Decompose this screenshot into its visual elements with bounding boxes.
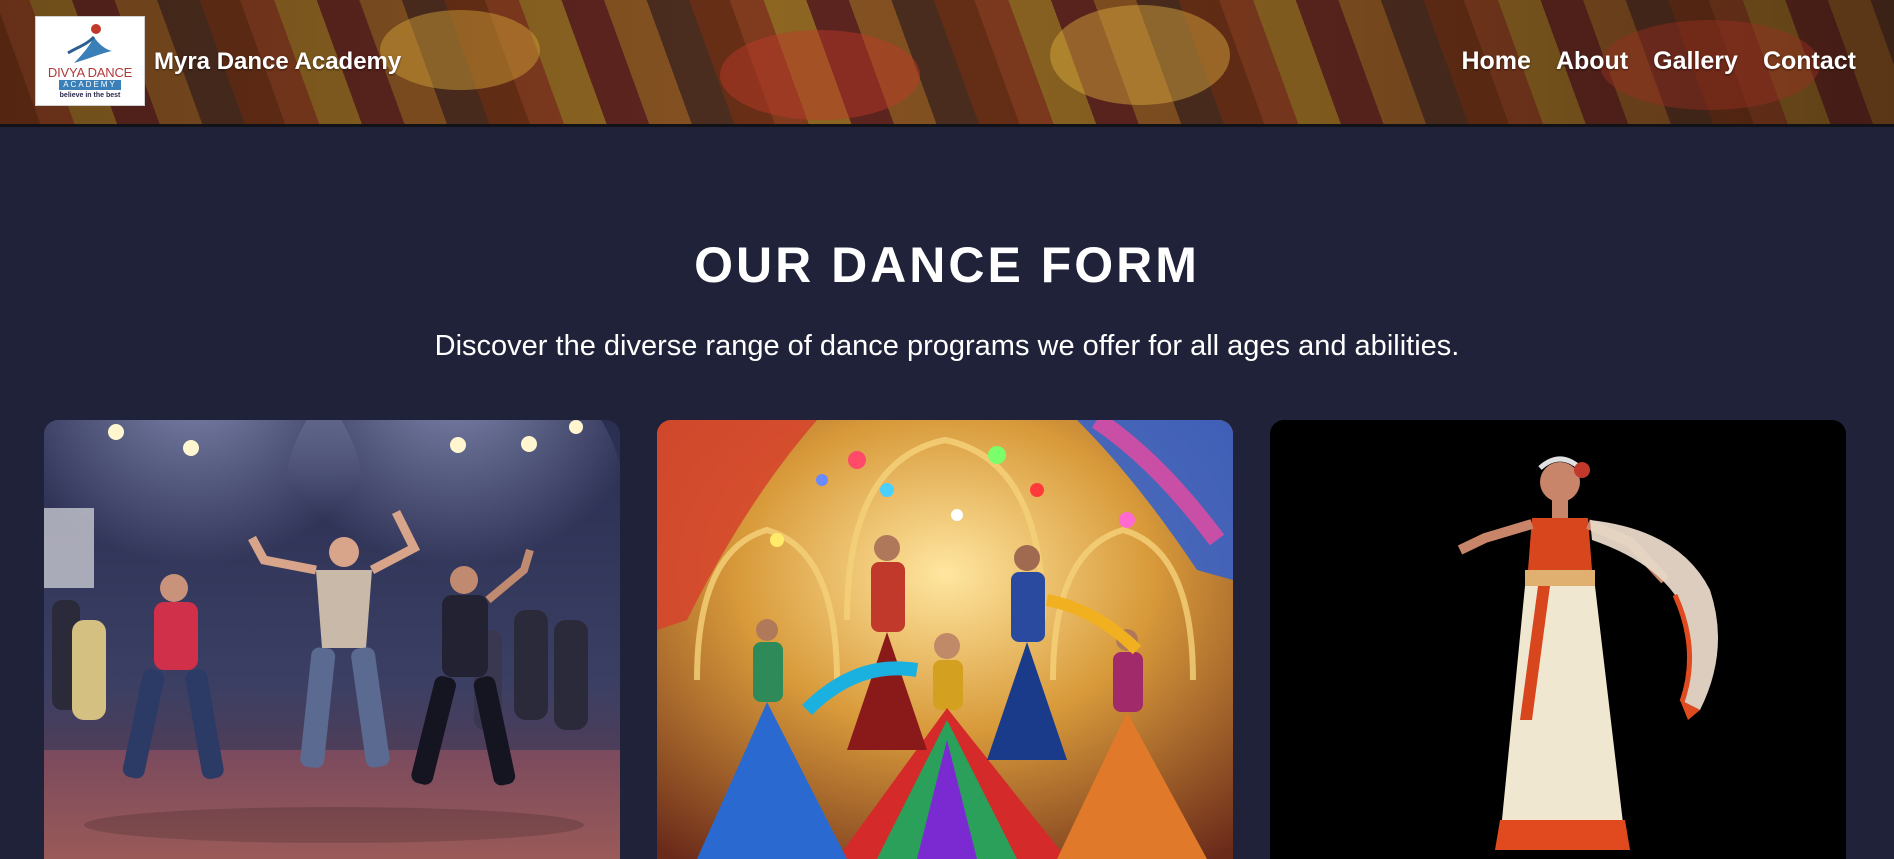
brand-name[interactable]: Myra Dance Academy <box>154 48 401 76</box>
site-logo[interactable]: DIVYA DANCE ACADEMY believe in the best <box>35 16 145 106</box>
nav-link-contact[interactable]: Contact <box>1763 47 1856 76</box>
hip-hop-dance-group-image <box>44 420 620 859</box>
classical-dancer-image <box>1270 420 1846 859</box>
dancer-logo-icon <box>67 24 112 63</box>
logo-text-line2: ACADEMY <box>59 80 121 90</box>
site-header: DIVYA DANCE ACADEMY believe in the best … <box>0 0 1894 127</box>
main-nav: Home About Gallery Contact <box>1461 47 1856 76</box>
header-background-decor <box>1050 5 1230 105</box>
logo-tagline: believe in the best <box>59 92 121 99</box>
section-subtitle: Discover the diverse range of dance prog… <box>434 330 1460 362</box>
dance-card-hiphop[interactable] <box>44 420 620 859</box>
nav-link-home[interactable]: Home <box>1461 47 1530 76</box>
bollywood-dance-group-image <box>657 420 1233 859</box>
dance-card-classical[interactable] <box>1270 420 1846 859</box>
nav-link-about[interactable]: About <box>1556 47 1628 76</box>
nav-link-gallery[interactable]: Gallery <box>1653 47 1738 76</box>
dance-card-bollywood[interactable] <box>657 420 1233 859</box>
header-background-decor <box>720 30 920 120</box>
header-background-decor <box>380 10 540 90</box>
section-title: OUR DANCE FORM <box>694 237 1200 293</box>
